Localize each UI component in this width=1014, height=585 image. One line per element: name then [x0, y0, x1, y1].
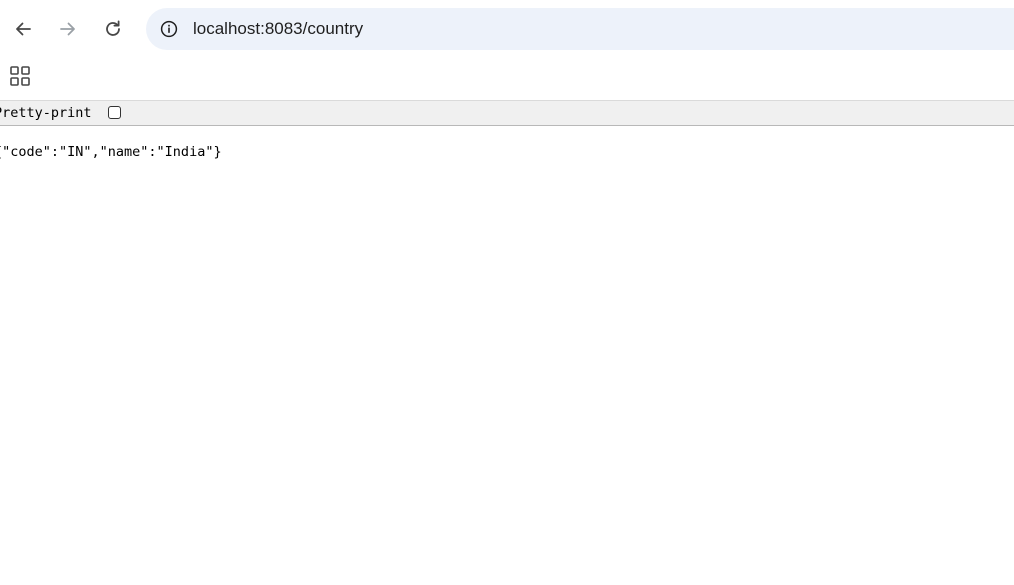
url-text[interactable]: localhost:8083/country: [193, 19, 363, 39]
arrow-right-icon: [60, 22, 75, 36]
info-circle-icon: [160, 20, 178, 38]
forward-button[interactable]: [50, 11, 86, 47]
json-content: {"code":"IN","name":"India"}: [0, 144, 222, 160]
bookmarks-bar: [0, 58, 1014, 100]
apps-button[interactable]: [8, 64, 32, 88]
pretty-print-label: Pretty-print: [0, 105, 92, 121]
reload-icon: [106, 20, 120, 36]
reload-button[interactable]: [95, 11, 131, 47]
address-bar[interactable]: localhost:8083/country: [146, 8, 1014, 50]
apps-grid-icon: [10, 66, 30, 86]
back-button[interactable]: [5, 11, 41, 47]
pretty-print-checkbox[interactable]: [108, 106, 121, 119]
pretty-print-bar: Pretty-print: [0, 100, 1014, 126]
arrow-left-icon: [16, 22, 31, 36]
browser-toolbar: localhost:8083/country: [0, 0, 1014, 58]
site-info-button[interactable]: [158, 18, 180, 40]
